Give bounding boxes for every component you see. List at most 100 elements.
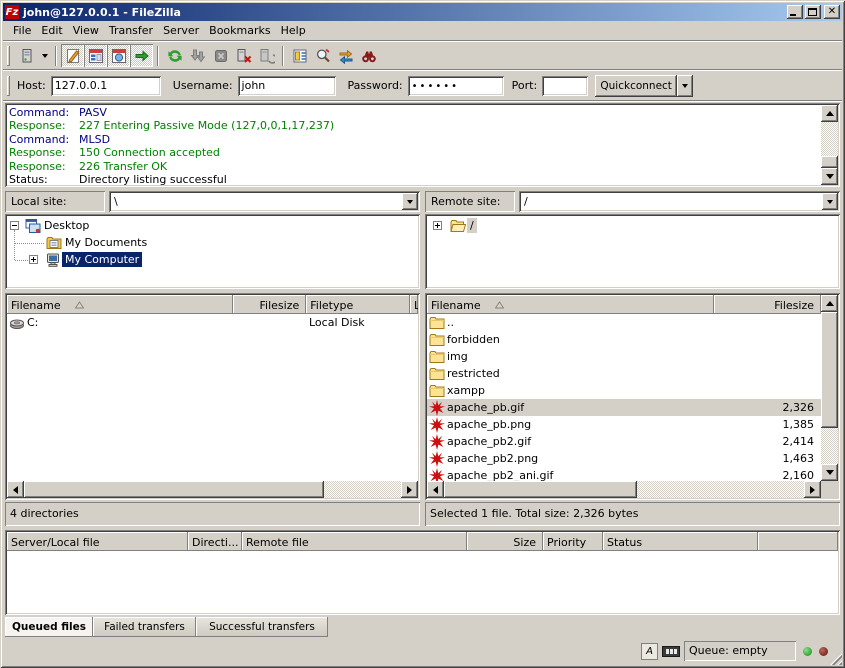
site-manager-button[interactable] bbox=[15, 44, 38, 67]
column-header-filename[interactable]: Filename bbox=[7, 295, 233, 314]
password-input[interactable]: •••••• bbox=[408, 76, 504, 96]
remote-hscrollbar[interactable] bbox=[427, 481, 821, 498]
file-row-img[interactable]: img bbox=[427, 348, 821, 365]
column-header-directi-[interactable]: Directi... bbox=[188, 532, 242, 551]
column-header-size[interactable]: Size bbox=[467, 532, 543, 551]
site-manager-dropdown[interactable] bbox=[38, 44, 51, 67]
local-tree[interactable]: Desktop My Documents My Computer bbox=[5, 214, 420, 289]
column-header-server-local-file[interactable]: Server/Local file bbox=[7, 532, 188, 551]
data-type-icon[interactable]: A bbox=[641, 643, 658, 660]
file-row--[interactable]: .. bbox=[427, 314, 821, 331]
file-row-restricted[interactable]: restricted bbox=[427, 365, 821, 382]
local-site-combo[interactable]: \ bbox=[109, 191, 420, 212]
scroll-thumb[interactable] bbox=[821, 312, 838, 428]
process-queue-button[interactable] bbox=[186, 44, 209, 67]
column-header-filetype[interactable]: Filetype bbox=[306, 295, 410, 314]
scroll-track[interactable] bbox=[821, 122, 838, 168]
expand-icon[interactable] bbox=[29, 255, 38, 264]
expand-icon[interactable] bbox=[433, 221, 442, 230]
refresh-button[interactable] bbox=[163, 44, 186, 67]
transfer-queue[interactable]: Server/Local fileDirecti...Remote fileSi… bbox=[5, 530, 840, 615]
column-header-l[interactable]: L bbox=[410, 295, 418, 314]
scroll-thumb[interactable] bbox=[444, 481, 637, 498]
app-icon[interactable]: Fz bbox=[5, 5, 19, 19]
scroll-up-button[interactable] bbox=[821, 105, 838, 122]
tree-item-my-documents[interactable]: My Documents bbox=[62, 235, 150, 250]
scroll-thumb[interactable] bbox=[821, 156, 838, 168]
remote-file-list[interactable]: FilenameFilesize ..forbiddenimgrestricte… bbox=[425, 293, 840, 500]
quickconnect-button[interactable]: Quickconnect bbox=[595, 75, 677, 97]
desktop-icon bbox=[25, 218, 41, 234]
filter-button[interactable] bbox=[288, 44, 311, 67]
tab-successful-transfers[interactable]: Successful transfers bbox=[196, 617, 328, 637]
close-button[interactable]: ✕ bbox=[824, 5, 840, 19]
quickconnect-gripper[interactable] bbox=[7, 76, 10, 96]
remote-site-dropdown[interactable] bbox=[822, 193, 838, 210]
scroll-track[interactable] bbox=[821, 312, 838, 464]
reconnect-button[interactable] bbox=[255, 44, 278, 67]
column-header-filesize[interactable]: Filesize bbox=[233, 295, 306, 314]
local-file-list[interactable]: FilenameFilesizeFiletypeL C:Local Disk bbox=[5, 293, 420, 500]
scroll-right-button[interactable] bbox=[401, 481, 418, 498]
scroll-left-button[interactable] bbox=[7, 481, 24, 498]
scroll-up-button[interactable] bbox=[821, 295, 838, 312]
scroll-track[interactable] bbox=[444, 481, 804, 498]
menu-view[interactable]: View bbox=[68, 22, 104, 39]
local-hscrollbar[interactable] bbox=[7, 481, 418, 498]
tree-item--[interactable]: / bbox=[467, 218, 477, 233]
remote-site-combo[interactable]: / bbox=[519, 191, 840, 212]
column-header-filename[interactable]: Filename bbox=[427, 295, 714, 314]
toggle-local-tree-button[interactable] bbox=[84, 44, 107, 67]
menu-transfer[interactable]: Transfer bbox=[104, 22, 158, 39]
log-scrollbar[interactable] bbox=[821, 105, 838, 185]
menu-help[interactable]: Help bbox=[276, 22, 311, 39]
disconnect-button[interactable] bbox=[232, 44, 255, 67]
scroll-left-button[interactable] bbox=[427, 481, 444, 498]
scroll-down-button[interactable] bbox=[821, 464, 838, 481]
remote-vscrollbar[interactable] bbox=[821, 295, 838, 481]
synchronized-browsing-button[interactable] bbox=[334, 44, 357, 67]
column-header-filesize[interactable]: Filesize bbox=[714, 295, 821, 314]
file-row-apache-pb-gif[interactable]: apache_pb.gif2,326 bbox=[427, 399, 821, 416]
username-input[interactable]: john bbox=[238, 76, 336, 96]
tab-failed-transfers[interactable]: Failed transfers bbox=[93, 617, 196, 637]
speed-limits-icon[interactable] bbox=[662, 646, 680, 657]
port-input[interactable] bbox=[542, 76, 588, 96]
find-files-button[interactable] bbox=[357, 44, 380, 67]
cancel-operation-button[interactable] bbox=[209, 44, 232, 67]
toggle-transfer-queue-button[interactable] bbox=[130, 44, 153, 67]
remote-tree[interactable]: / bbox=[425, 214, 840, 289]
menu-edit[interactable]: Edit bbox=[36, 22, 67, 39]
directory-comparison-button[interactable] bbox=[311, 44, 334, 67]
toolbar-gripper[interactable] bbox=[7, 46, 10, 66]
scroll-down-button[interactable] bbox=[821, 168, 838, 185]
collapse-icon[interactable] bbox=[10, 221, 19, 230]
menu-file[interactable]: File bbox=[8, 22, 36, 39]
file-row-c-[interactable]: C:Local Disk bbox=[7, 314, 418, 331]
quickconnect-dropdown[interactable] bbox=[677, 75, 693, 97]
scroll-thumb[interactable] bbox=[24, 481, 324, 498]
tree-item-desktop[interactable]: Desktop bbox=[41, 218, 92, 233]
host-input[interactable]: 127.0.0.1 bbox=[51, 76, 161, 96]
menu-bookmarks[interactable]: Bookmarks bbox=[204, 22, 275, 39]
local-site-dropdown[interactable] bbox=[402, 193, 418, 210]
file-row-apache-pb-png[interactable]: apache_pb.png1,385 bbox=[427, 416, 821, 433]
tab-queued-files[interactable]: Queued files bbox=[5, 617, 93, 637]
column-header-remote-file[interactable]: Remote file bbox=[242, 532, 467, 551]
file-row-forbidden[interactable]: forbidden bbox=[427, 331, 821, 348]
menu-server[interactable]: Server bbox=[158, 22, 204, 39]
scroll-track[interactable] bbox=[24, 481, 401, 498]
maximize-button[interactable] bbox=[805, 5, 821, 19]
toggle-message-log-button[interactable] bbox=[61, 44, 84, 67]
file-row-apache-pb2-gif[interactable]: apache_pb2.gif2,414 bbox=[427, 433, 821, 450]
file-row-xampp[interactable]: xampp bbox=[427, 382, 821, 399]
tree-item-my-computer[interactable]: My Computer bbox=[62, 252, 142, 267]
column-header-priority[interactable]: Priority bbox=[543, 532, 603, 551]
arrow-down-icon bbox=[826, 470, 834, 475]
toggle-remote-tree-button[interactable] bbox=[107, 44, 130, 67]
scroll-right-button[interactable] bbox=[804, 481, 821, 498]
column-header-blank[interactable] bbox=[758, 532, 838, 551]
minimize-button[interactable] bbox=[787, 5, 803, 19]
column-header-status[interactable]: Status bbox=[603, 532, 758, 551]
file-row-apache-pb2-png[interactable]: apache_pb2.png1,463 bbox=[427, 450, 821, 467]
